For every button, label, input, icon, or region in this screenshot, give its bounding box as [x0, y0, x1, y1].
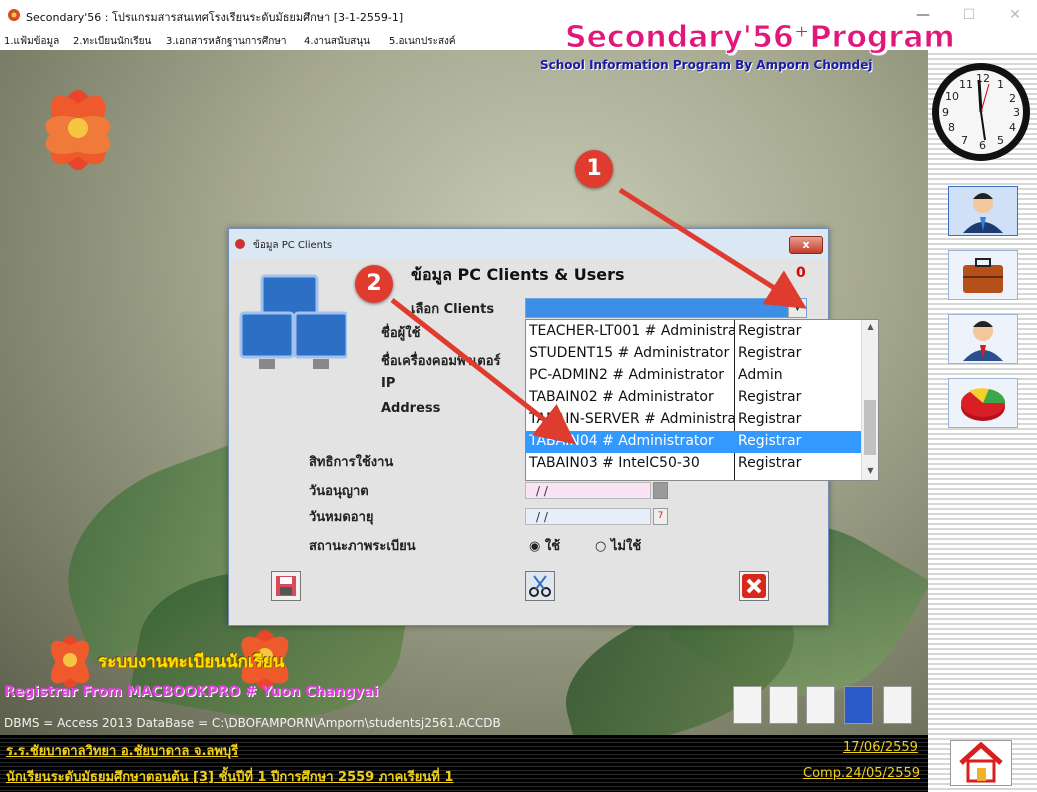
client-role: Admin [738, 367, 783, 383]
document-icon[interactable] [806, 686, 835, 724]
label-user-name: ชื่อผู้ใช้ [381, 326, 421, 341]
close-button[interactable]: ✕ [992, 0, 1037, 30]
annotation-badge-2: 2 [355, 265, 393, 303]
list-item-selected[interactable]: TABAIN04 # Administrator Registrar [526, 431, 861, 453]
computers-network-icon [239, 274, 347, 369]
dialog-app-icon [235, 239, 245, 249]
system-name: ระบบงานทะเบียนนักเรียน [98, 652, 285, 672]
office-icon[interactable] [844, 686, 873, 724]
radio-use-label: ใช้ [544, 539, 561, 554]
pie-chart-icon [961, 388, 1006, 421]
class-info: นักเรียนระดับมัธยมศึกษาตอนต้น [3] ชั้นปี… [6, 770, 454, 785]
label-rights: สิทธิการใช้งาน [309, 455, 394, 470]
label-permit-date: วันอนุญาต [309, 484, 369, 499]
floppy-disk-icon [276, 576, 296, 596]
list-item[interactable]: TABAIN02 # Administrator Registrar [526, 387, 861, 409]
briefcase-button[interactable] [948, 250, 1018, 300]
certificate-icon[interactable] [883, 686, 912, 724]
annotation-badge-1: 1 [575, 150, 613, 188]
teacher-button[interactable] [948, 314, 1018, 364]
dbms-info: DBMS = Access 2013 DataBase = C:\DBOFAMP… [4, 716, 501, 730]
client-name: TABAIN03 # IntelC50-30 [529, 455, 700, 471]
red-x-icon [742, 574, 766, 598]
client-name: TABAIN04 # Administrator [529, 433, 714, 449]
briefcase-icon [963, 258, 1003, 293]
cancel-button[interactable] [739, 571, 769, 601]
expire-date-field[interactable]: / / [525, 508, 651, 525]
label-ip: IP [381, 376, 396, 391]
list-item[interactable]: TABAIN03 # IntelC50-30 Registrar [526, 453, 861, 475]
label-status: สถานะภาพระเบียน [309, 539, 416, 554]
person-icon [963, 193, 1003, 233]
brand-title: Secondary'56⁺Program [565, 20, 956, 56]
client-role: Registrar [738, 455, 802, 471]
label-address: Address [381, 401, 441, 416]
client-name: TABAIN-SERVER # Administrator [529, 411, 734, 427]
client-name: STUDENT15 # Administrator [529, 345, 730, 361]
footer-bar: ร.ร.ชัยบาดาลวิทยา อ.ชัยบาดาล จ.ลพบุรี 17… [0, 735, 928, 792]
brand-subtitle: School Information Program By Amporn Cho… [540, 58, 873, 72]
clients-combobox[interactable]: ▼ [525, 298, 807, 318]
cut-delete-button[interactable] [525, 571, 555, 601]
scroll-up-icon[interactable]: ▲ [862, 322, 878, 331]
client-role: Registrar [738, 389, 802, 405]
client-name: TABAIN02 # Administrator [529, 389, 714, 405]
client-count: 0 [796, 265, 806, 281]
permit-date-field[interactable]: / / [525, 482, 651, 499]
chevron-down-icon[interactable]: ▼ [788, 299, 806, 317]
user-line: Registrar From MACBOOKPRO # Yuon Changya… [4, 684, 379, 700]
list-item[interactable]: TEACHER-LT001 # Administrator Registrar [526, 321, 861, 343]
label-computer-name: ชื่อเครื่องคอมพิวเตอร์ [381, 354, 501, 369]
clock-icon: 12 1 2 3 4 5 6 7 8 9 10 11 [932, 63, 1030, 161]
radio-nouse[interactable]: ○ ไม่ใช้ [595, 535, 641, 556]
clock-face: 12 1 2 3 4 5 6 7 8 9 10 11 [939, 70, 1023, 154]
window-title: Secondary'56 : โปรแกรมสารสนเทศโรงเรียนระ… [26, 11, 404, 24]
label-expire-date: วันหมดอายุ [309, 510, 374, 525]
menu-item-files[interactable]: 1.แฟ้มข้อมูล [4, 34, 59, 49]
menu-item-misc[interactable]: 5.อเนกประสงค์ [389, 34, 456, 49]
document-icon[interactable] [769, 686, 798, 724]
user-info-button[interactable] [948, 186, 1018, 236]
dialog-close-button[interactable]: x [789, 236, 823, 254]
client-role: Registrar [738, 411, 802, 427]
dialog-heading: ข้อมูล PC Clients & Users [411, 265, 625, 284]
client-role: Registrar [738, 345, 802, 361]
menu-item-support[interactable]: 4.งานสนับสนุน [304, 34, 370, 49]
menu-item-documents[interactable]: 3.เอกสารหลักฐานการศึกษา [166, 34, 287, 49]
list-item[interactable]: TABAIN-SERVER # Administrator Registrar [526, 409, 861, 431]
current-date: 17/06/2559 [843, 740, 918, 755]
chart-button[interactable] [948, 378, 1018, 428]
dropdown-scrollbar[interactable]: ▲ ▼ [861, 320, 878, 480]
app-flower-icon [8, 9, 20, 21]
scrollbar-thumb[interactable] [864, 400, 876, 455]
client-role: Registrar [738, 433, 802, 449]
menu-item-registration[interactable]: 2.ทะเบียนนักเรียน [73, 34, 151, 49]
client-role: Registrar [738, 323, 802, 339]
clients-dropdown-list: TEACHER-LT001 # Administrator Registrar … [525, 319, 879, 481]
client-name: PC-ADMIN2 # Administrator [529, 367, 724, 383]
calendar-icon[interactable]: 7 [653, 508, 668, 525]
client-name: TEACHER-LT001 # Administrator [529, 323, 734, 339]
label-select-clients: เลือก Clients [411, 302, 495, 317]
dialog-title: ข้อมูล PC Clients [253, 240, 333, 251]
scroll-down-icon[interactable]: ▼ [862, 466, 878, 475]
clock-hands [977, 79, 990, 141]
radio-use[interactable]: ◉ ใช้ [529, 535, 560, 556]
lotus-flower-icon [45, 90, 111, 170]
document-icon[interactable] [733, 686, 762, 724]
scissors-icon [529, 575, 551, 597]
save-button[interactable] [271, 571, 301, 601]
home-button[interactable] [950, 740, 1012, 786]
school-name: ร.ร.ชัยบาดาลวิทยา อ.ชัยบาดาล จ.ลพบุรี [6, 744, 239, 759]
radio-nouse-label: ไม่ใช้ [610, 539, 642, 554]
permit-date-button[interactable] [653, 482, 668, 499]
list-item[interactable]: PC-ADMIN2 # Administrator Admin [526, 365, 861, 387]
comp-date: Comp.24/05/2559 [803, 766, 921, 781]
person-tie-icon [963, 321, 1003, 361]
dialog-titlebar: ข้อมูล PC Clients x [229, 229, 828, 259]
list-item[interactable]: STUDENT15 # Administrator Registrar [526, 343, 861, 365]
home-icon [959, 741, 1003, 783]
